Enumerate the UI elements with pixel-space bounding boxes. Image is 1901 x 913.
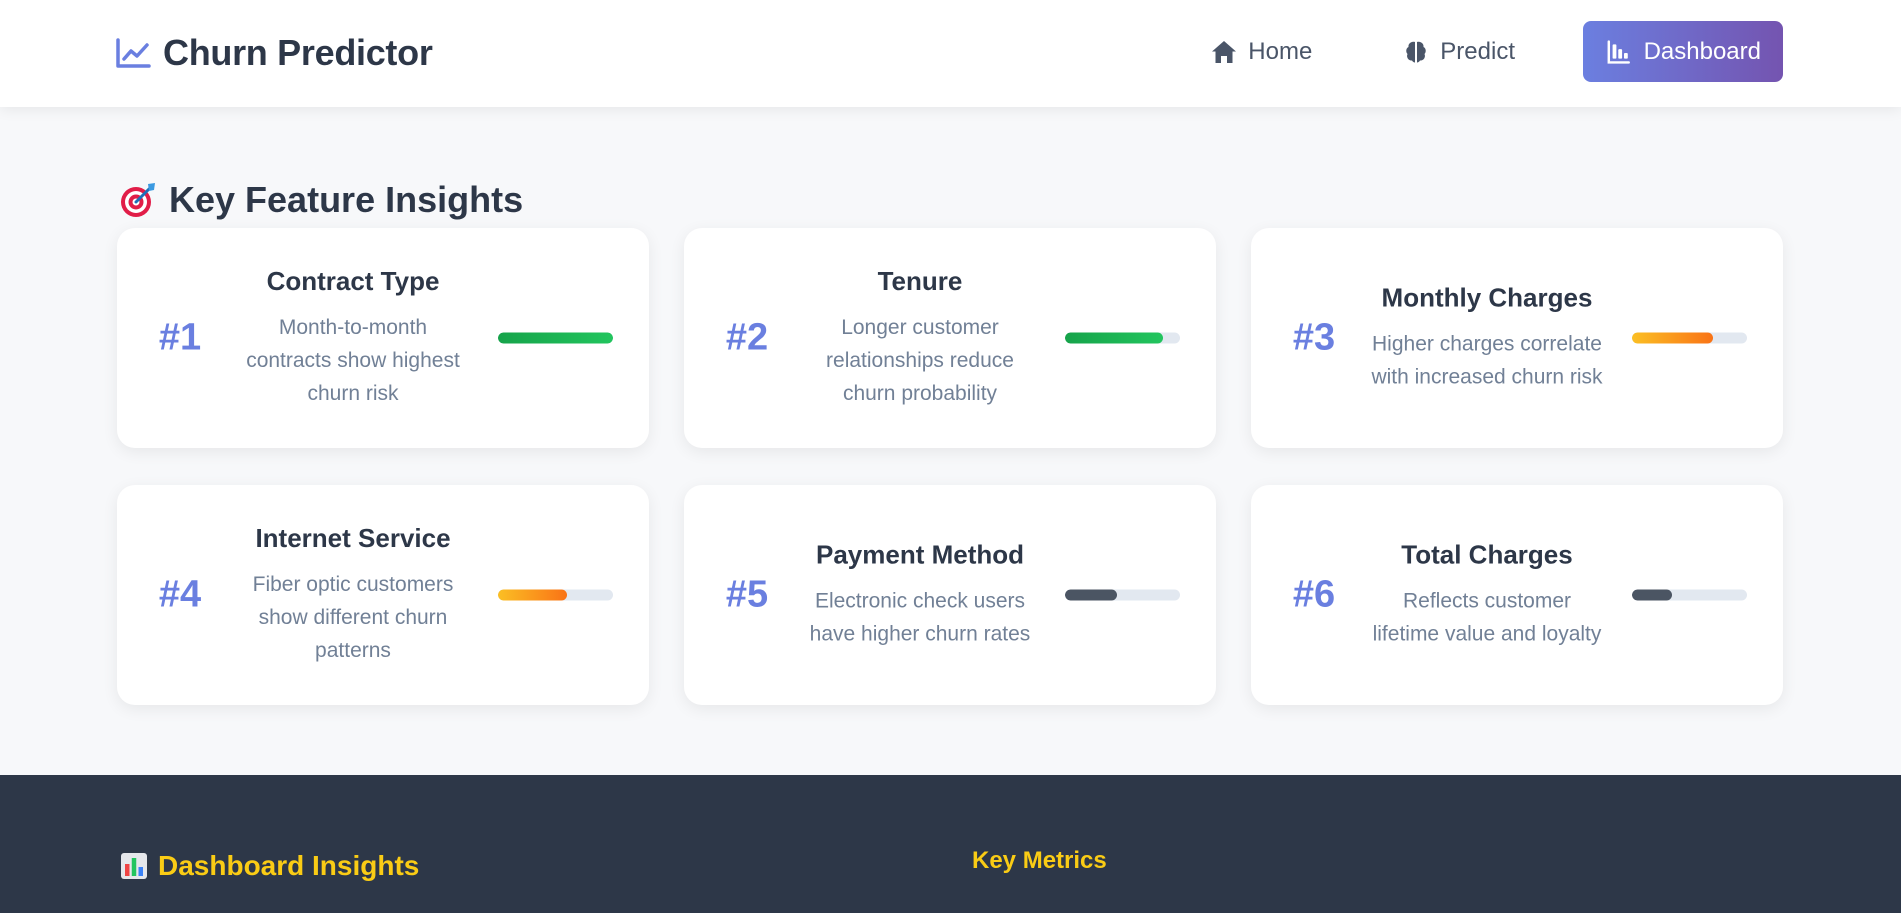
insight-card: #5 Payment Method Electronic check users…: [684, 485, 1216, 705]
importance-bar: [1065, 589, 1180, 601]
app-title: Churn Predictor: [163, 32, 433, 73]
home-icon: [1212, 40, 1237, 63]
importance-bar: [1632, 589, 1747, 601]
importance-bar: [498, 589, 613, 601]
importance-bar: [1632, 332, 1747, 344]
insight-info: Total Charges Reflects customer lifetime…: [1369, 540, 1605, 651]
insight-title: Payment Method: [815, 539, 1025, 570]
importance-bar-fill: [1065, 589, 1117, 601]
insight-card: #6 Total Charges Reflects customer lifet…: [1251, 485, 1783, 705]
importance-bar-fill: [498, 332, 613, 344]
key-metrics-heading: Key Metrics: [972, 847, 1107, 874]
insight-card: #2 Tenure Longer customer relationships …: [684, 228, 1216, 448]
importance-bar-fill: [498, 589, 567, 601]
section-title-text: Key Feature Insights: [169, 179, 524, 220]
insight-card: #3 Monthly Charges Higher charges correl…: [1251, 228, 1783, 448]
nav-predict[interactable]: Predict: [1378, 21, 1539, 82]
nav-predict-label: Predict: [1440, 37, 1515, 65]
insight-title: Contract Type: [266, 266, 440, 296]
nav-home-label: Home: [1248, 37, 1313, 65]
insight-rank: #1: [158, 316, 202, 359]
importance-bar-fill: [1065, 332, 1163, 344]
nav-links: Home Predict Dashboard: [1186, 21, 1783, 82]
insight-card: #1 Contract Type Month-to-month contract…: [117, 228, 649, 448]
footer-title: Dashboard Insights: [120, 848, 419, 884]
insight-info: Tenure Longer customer relationships red…: [802, 266, 1038, 410]
target-icon: [121, 183, 155, 217]
insight-description: Month-to-month contracts show highest ch…: [246, 316, 460, 405]
insight-info: Monthly Charges Higher charges correlate…: [1369, 283, 1605, 394]
insight-description: Longer customer relationships reduce chu…: [826, 316, 1014, 405]
insight-rank: #6: [1292, 573, 1336, 616]
insight-description: Fiber optic customers show different chu…: [252, 573, 454, 662]
insight-info: Internet Service Fiber optic customers s…: [235, 523, 471, 667]
nav-dashboard-label: Dashboard: [1643, 37, 1761, 65]
nav-home[interactable]: Home: [1186, 21, 1336, 82]
importance-bar: [498, 332, 613, 344]
insight-info: Contract Type Month-to-month contracts s…: [235, 266, 471, 410]
insight-title: Tenure: [877, 266, 963, 296]
footer-title-text: Dashboard Insights: [158, 850, 420, 881]
insight-title: Total Charges: [1401, 539, 1573, 570]
insight-title: Internet Service: [255, 523, 451, 553]
chart-line-icon: [116, 38, 151, 68]
insight-title: Monthly Charges: [1381, 282, 1593, 313]
importance-bar: [1065, 332, 1180, 344]
brand[interactable]: Churn Predictor: [115, 32, 433, 74]
insight-rank: #3: [1292, 316, 1336, 359]
insight-card: #4 Internet Service Fiber optic customer…: [117, 485, 649, 705]
importance-bar-fill: [1632, 332, 1713, 344]
insight-info: Payment Method Electronic check users ha…: [802, 540, 1038, 651]
brain-icon: [1406, 41, 1427, 62]
section-title: Key Feature Insights: [119, 177, 523, 223]
insight-description: Reflects customer lifetime value and loy…: [1372, 589, 1602, 646]
insight-description: Higher charges correlate with increased …: [1371, 332, 1603, 389]
insight-rank: #5: [725, 573, 769, 616]
insight-rank: #4: [158, 573, 202, 616]
chart-bar-icon: [1607, 39, 1630, 64]
footer: Dashboard Insights Key Metrics: [0, 775, 1901, 913]
importance-bar-fill: [1632, 589, 1673, 601]
bar-chart-icon: [121, 853, 147, 879]
insight-rank: #2: [725, 316, 769, 359]
nav-dashboard[interactable]: Dashboard: [1583, 21, 1783, 82]
insight-description: Electronic check users have higher churn…: [809, 589, 1031, 646]
navbar: Churn Predictor Home Predict Dashboard: [0, 0, 1901, 107]
